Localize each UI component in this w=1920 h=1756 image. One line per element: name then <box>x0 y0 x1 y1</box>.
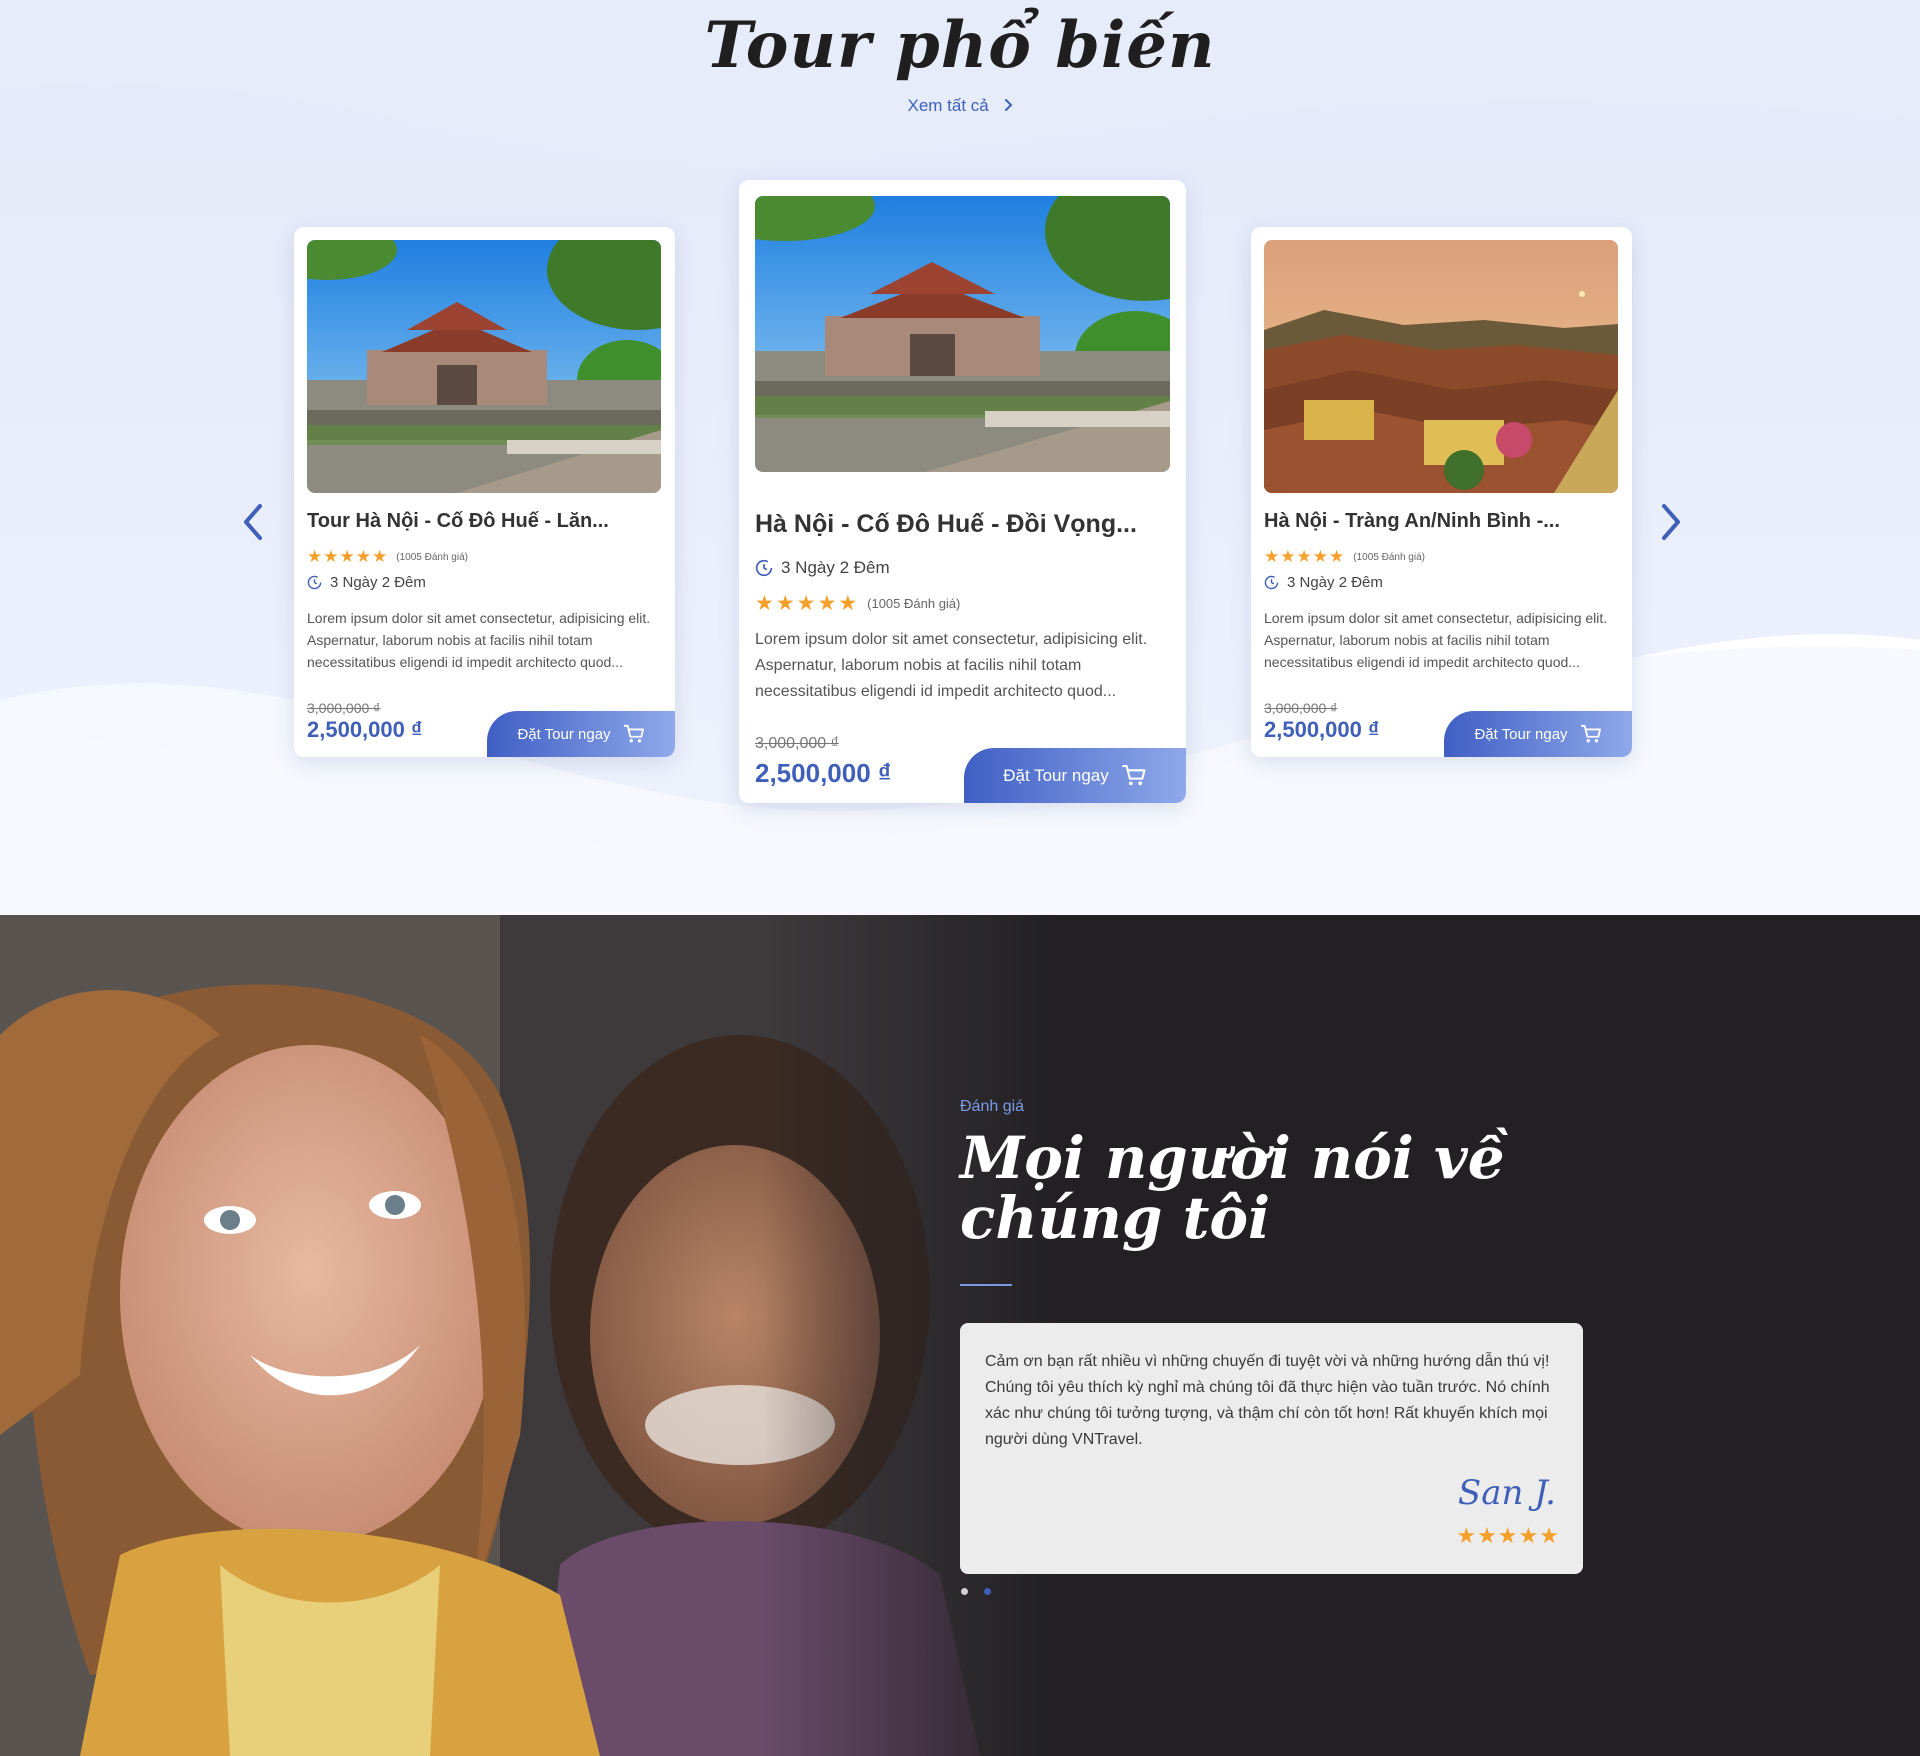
old-price: 3,000,000 ₫ <box>307 700 381 716</box>
chevron-left-icon <box>244 504 262 540</box>
duration-label: 3 Ngày 2 Đêm <box>1287 574 1383 591</box>
popular-tours-section: Tour phổ biến Xem tất cả Tour Hà Nội - C… <box>0 0 1920 915</box>
star-icon: ★ <box>796 592 816 615</box>
star-icon: ★ <box>1477 1523 1497 1548</box>
tour-duration: 3 Ngày 2 Đêm <box>1264 574 1383 591</box>
star-icon: ★ <box>1264 547 1280 566</box>
chevron-right-icon <box>1662 504 1680 540</box>
price: 2,500,000 ₫ <box>307 717 423 742</box>
star-icon: ★ <box>307 547 323 566</box>
star-icon: ★ <box>1539 1523 1559 1548</box>
tour-image-hoi-an[interactable] <box>1264 240 1618 493</box>
review-count: (1005 Đánh giá) <box>396 551 468 563</box>
rating-stars: ★ ★ ★ ★ ★ (1005 Đánh giá) <box>1264 547 1425 567</box>
cart-icon <box>623 724 644 743</box>
chevron-right-icon <box>1004 97 1013 117</box>
tour-description: Lorem ipsum dolor sit amet consectetur, … <box>1264 610 1608 670</box>
rating-stars: ★ ★ ★ ★ ★ (1005 Đánh giá) <box>307 547 468 567</box>
testimonial-card: Cảm ơn bạn rất nhiều vì những chuyến đi … <box>960 1323 1583 1574</box>
tour-card[interactable]: Hà Nội - Tràng An/Ninh Bình -... ★ ★ ★ ★… <box>1251 227 1632 757</box>
heading-underline <box>960 1284 1012 1286</box>
testimonials-section: Đánh giá Mọi người nói về chúng tôi Cảm … <box>0 915 1920 1756</box>
clock-icon <box>755 559 773 577</box>
carousel-dot-active[interactable] <box>984 1588 991 1595</box>
view-all-label: Xem tất cả <box>907 96 989 115</box>
review-count: (1005 Đánh giá) <box>1353 551 1425 563</box>
star-icon: ★ <box>775 592 795 615</box>
star-icon: ★ <box>372 547 388 566</box>
carousel-dots <box>961 1588 1007 1595</box>
book-button-label: Đặt Tour ngay <box>1003 765 1109 785</box>
duration-label: 3 Ngày 2 Đêm <box>330 574 426 591</box>
testimonial-rating: ★ ★ ★ ★ ★ <box>1455 1523 1559 1549</box>
star-icon: ★ <box>339 547 355 566</box>
star-icon: ★ <box>1280 547 1296 566</box>
section-title: Tour phổ biến <box>704 8 1216 83</box>
tour-card-featured[interactable]: Hà Nội - Cố Đô Huế - Đồi Vọng... 3 Ngày … <box>739 180 1186 803</box>
section-eyebrow: Đánh giá <box>960 1098 1025 1115</box>
review-count: (1005 Đánh giá) <box>867 596 961 611</box>
star-icon: ★ <box>1296 547 1312 566</box>
tour-image-hue-citadel[interactable] <box>307 240 661 493</box>
book-button-label: Đặt Tour ngay <box>1474 725 1568 743</box>
star-icon: ★ <box>323 547 339 566</box>
tour-title[interactable]: Hà Nội - Tràng An/Ninh Bình -... <box>1264 510 1618 533</box>
book-tour-button[interactable]: Đặt Tour ngay <box>1444 711 1632 757</box>
old-price: 3,000,000 ₫ <box>755 735 839 753</box>
book-tour-button[interactable]: Đặt Tour ngay <box>964 748 1186 803</box>
cart-icon <box>1580 724 1601 743</box>
happy-travelers-photo <box>0 915 1060 1756</box>
book-tour-button[interactable]: Đặt Tour ngay <box>487 711 675 757</box>
star-icon: ★ <box>1312 547 1328 566</box>
star-icon: ★ <box>1497 1523 1518 1548</box>
rating-stars: ★ ★ ★ ★ ★ (1005 Đánh giá) <box>755 591 960 616</box>
tour-duration: 3 Ngày 2 Đêm <box>307 574 426 591</box>
duration-label: 3 Ngày 2 Đêm <box>781 558 890 577</box>
old-price-value: 3,000,000 ₫ <box>755 735 839 752</box>
carousel-prev-button[interactable] <box>238 500 268 544</box>
old-price: 3,000,000 ₫ <box>1264 700 1338 716</box>
clock-icon <box>307 575 322 590</box>
tour-description: Lorem ipsum dolor sit amet consectetur, … <box>755 631 1148 700</box>
star-icon: ★ <box>1329 547 1345 566</box>
price: 2,500,000 ₫ <box>755 758 892 788</box>
testimonial-author: San J. <box>1457 1473 1556 1513</box>
star-icon: ★ <box>817 592 837 615</box>
book-button-label: Đặt Tour ngay <box>517 725 611 743</box>
star-icon: ★ <box>838 592 858 615</box>
tour-image-hue-citadel[interactable] <box>755 196 1170 472</box>
price: 2,500,000 ₫ <box>1264 717 1380 742</box>
section-heading: Mọi người nói về chúng tôi <box>960 1124 1505 1252</box>
tour-title[interactable]: Tour Hà Nội - Cố Đô Huế - Lăn... <box>307 510 661 533</box>
tour-duration: 3 Ngày 2 Đêm <box>755 558 890 578</box>
testimonial-quote: Cảm ơn bạn rất nhiều vì những chuyến đi … <box>985 1353 1550 1448</box>
tour-card[interactable]: Tour Hà Nội - Cố Đô Huế - Lăn... ★ ★ ★ ★… <box>294 227 675 757</box>
tour-title[interactable]: Hà Nội - Cố Đô Huế - Đồi Vọng... <box>755 510 1170 539</box>
star-icon: ★ <box>755 592 774 615</box>
carousel-next-button[interactable] <box>1656 500 1686 544</box>
star-icon: ★ <box>355 547 371 566</box>
star-icon: ★ <box>1518 1523 1539 1548</box>
clock-icon <box>1264 575 1279 590</box>
view-all-link[interactable]: Xem tất cả <box>0 96 1920 117</box>
carousel-dot[interactable] <box>961 1588 968 1595</box>
tour-description: Lorem ipsum dolor sit amet consectetur, … <box>307 610 651 670</box>
cart-icon <box>1122 765 1146 786</box>
star-icon: ★ <box>1456 1523 1477 1548</box>
